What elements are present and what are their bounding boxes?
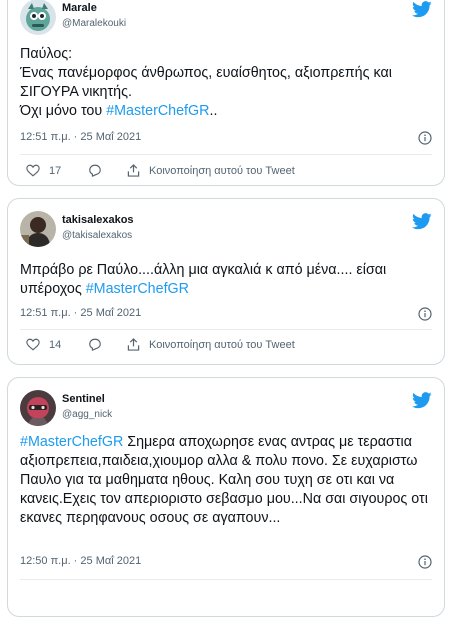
info-icon[interactable]: [418, 131, 432, 145]
twitter-bird-icon[interactable]: [412, 392, 432, 409]
tweet-text-tail: ..: [209, 103, 218, 119]
tweet-card[interactable]: takisalexakos @takisalexakos Μπράβο ρε Π…: [7, 198, 445, 365]
tweet-card[interactable]: Sentinel @agg_nick #MasterChefGR Σημερα …: [7, 377, 445, 617]
like-count: 14: [49, 338, 62, 351]
hashtag-link[interactable]: #MasterChefGR: [20, 434, 123, 450]
like-button[interactable]: 14: [26, 338, 61, 351]
user-handle[interactable]: @takisalexakos: [62, 230, 132, 241]
user-handle[interactable]: @Maralekouki: [62, 18, 126, 29]
display-name[interactable]: takisalexakos: [62, 214, 134, 226]
like-button[interactable]: 17: [26, 164, 61, 177]
tweet-text: #MasterChefGR Σημερα αποχωρησε ενας αντρ…: [20, 433, 432, 528]
hashtag-link[interactable]: #MasterChefGR: [86, 281, 189, 297]
tweet-timestamp[interactable]: 12:51 π.μ. · 25 Μαΐ 2021: [20, 307, 141, 319]
tweet-header: Sentinel @agg_nick: [20, 390, 432, 430]
tweet-timestamp[interactable]: 12:51 π.μ. · 25 Μαΐ 2021: [20, 131, 141, 143]
avatar[interactable]: [20, 211, 56, 247]
twitter-bird-icon[interactable]: [412, 213, 432, 230]
tweet-timestamp[interactable]: 12:50 π.μ. · 25 Μαΐ 2021: [20, 555, 141, 567]
heart-icon: [26, 338, 40, 351]
info-icon[interactable]: [418, 555, 432, 569]
share-icon: [127, 164, 140, 177]
tweet-card[interactable]: Marale @Maralekouki Παύλος: Ένας πανέμορ…: [7, 0, 445, 186]
reply-icon: [89, 338, 101, 351]
divider: [20, 329, 432, 330]
tweet-actions: 17 Κοινοποίηση αυτού του Tweet: [20, 164, 432, 182]
avatar[interactable]: [20, 0, 56, 35]
reply-icon: [89, 164, 101, 177]
info-icon[interactable]: [418, 307, 432, 321]
tweet-actions: 14 Κοινοποίηση αυτού του Tweet: [20, 338, 432, 356]
divider: [20, 154, 432, 155]
reply-button[interactable]: [88, 164, 102, 177]
share-icon: [127, 338, 140, 351]
display-name[interactable]: Marale: [62, 2, 97, 14]
tweet-header: takisalexakos @takisalexakos: [20, 211, 432, 251]
avatar[interactable]: [20, 390, 56, 426]
divider: [20, 579, 432, 580]
share-label: Κοινοποίηση αυτού του Tweet: [149, 338, 295, 351]
hashtag-link[interactable]: #MasterChefGR: [106, 103, 209, 119]
display-name[interactable]: Sentinel: [62, 393, 105, 405]
share-button[interactable]: Κοινοποίηση αυτού του Tweet: [127, 164, 295, 177]
twitter-bird-icon[interactable]: [412, 1, 432, 18]
tweet-text: Μπράβο ρε Παύλο....άλλη μια αγκαλιά κ απ…: [20, 261, 432, 299]
tweet-header: Marale @Maralekouki: [20, 0, 432, 39]
tweet-text-body: Μπράβο ρε Παύλο....άλλη μια αγκαλιά κ απ…: [20, 262, 391, 297]
tweet-text: Παύλος: Ένας πανέμορφος άνθρωπος, ευαίσθ…: [20, 45, 432, 121]
user-handle[interactable]: @agg_nick: [62, 409, 112, 420]
share-label: Κοινοποίηση αυτού του Tweet: [149, 164, 295, 177]
heart-icon: [26, 164, 40, 177]
reply-button[interactable]: [88, 338, 102, 351]
like-count: 17: [49, 164, 62, 177]
share-button[interactable]: Κοινοποίηση αυτού του Tweet: [127, 338, 295, 351]
